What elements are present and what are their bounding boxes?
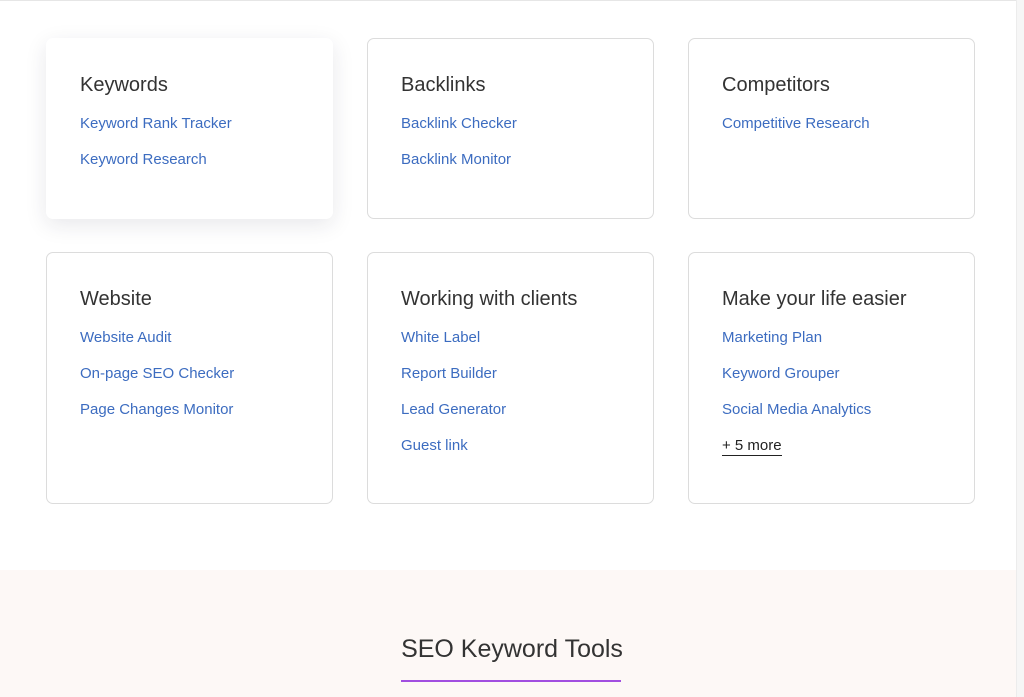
list-item: Keyword Research [80, 150, 299, 169]
card-title: Competitors [722, 74, 830, 96]
scrollbar[interactable] [1016, 0, 1024, 697]
card-competitors: Competitors Competitive Research [688, 38, 975, 219]
list-item: Marketing Plan [722, 328, 941, 347]
list-item: Keyword Grouper [722, 364, 941, 383]
link-keyword-rank-tracker[interactable]: Keyword Rank Tracker [80, 115, 232, 132]
list-item: Page Changes Monitor [80, 400, 299, 419]
card-links: Website Audit On-page SEO Checker Page C… [80, 328, 299, 419]
link-report-builder[interactable]: Report Builder [401, 365, 497, 382]
card-links: Marketing Plan Keyword Grouper Social Me… [722, 328, 941, 456]
card-title: Keywords [80, 74, 168, 96]
card-links: Keyword Rank Tracker Keyword Research [80, 114, 299, 169]
link-keyword-grouper[interactable]: Keyword Grouper [722, 365, 840, 382]
tool-categories-grid: Keywords Keyword Rank Tracker Keyword Re… [46, 38, 976, 504]
link-white-label[interactable]: White Label [401, 329, 480, 346]
card-links: White Label Report Builder Lead Generato… [401, 328, 620, 455]
list-item: Website Audit [80, 328, 299, 347]
card-website: Website Website Audit On-page SEO Checke… [46, 252, 333, 504]
link-lead-generator[interactable]: Lead Generator [401, 401, 506, 418]
link-on-page-seo-checker[interactable]: On-page SEO Checker [80, 365, 234, 382]
card-title: Website [80, 288, 152, 310]
card-title: Working with clients [401, 288, 578, 310]
card-keywords: Keywords Keyword Rank Tracker Keyword Re… [46, 38, 333, 219]
top-divider [0, 0, 1024, 1]
card-title: Backlinks [401, 74, 486, 96]
list-item: White Label [401, 328, 620, 347]
show-more-link[interactable]: + 5 more [722, 438, 782, 456]
list-item: Backlink Monitor [401, 150, 620, 169]
link-page-changes-monitor[interactable]: Page Changes Monitor [80, 401, 233, 418]
link-competitive-research[interactable]: Competitive Research [722, 115, 870, 132]
link-marketing-plan[interactable]: Marketing Plan [722, 329, 822, 346]
title-underline [401, 680, 621, 682]
card-links: Competitive Research [722, 114, 941, 133]
list-item: Lead Generator [401, 400, 620, 419]
link-backlink-checker[interactable]: Backlink Checker [401, 115, 517, 132]
link-backlink-monitor[interactable]: Backlink Monitor [401, 151, 511, 168]
list-item: Guest link [401, 436, 620, 455]
list-item: + 5 more [722, 436, 941, 456]
list-item: Social Media Analytics [722, 400, 941, 419]
link-guest-link[interactable]: Guest link [401, 437, 468, 454]
section-title: SEO Keyword Tools [401, 635, 623, 663]
card-backlinks: Backlinks Backlink Checker Backlink Moni… [367, 38, 654, 219]
card-links: Backlink Checker Backlink Monitor [401, 114, 620, 169]
list-item: Competitive Research [722, 114, 941, 133]
link-social-media-analytics[interactable]: Social Media Analytics [722, 401, 871, 418]
seo-keyword-tools-section: SEO Keyword Tools [0, 570, 1016, 697]
list-item: Keyword Rank Tracker [80, 114, 299, 133]
list-item: On-page SEO Checker [80, 364, 299, 383]
card-title: Make your life easier [722, 288, 907, 310]
link-website-audit[interactable]: Website Audit [80, 329, 171, 346]
list-item: Backlink Checker [401, 114, 620, 133]
card-working-with-clients: Working with clients White Label Report … [367, 252, 654, 504]
list-item: Report Builder [401, 364, 620, 383]
card-make-your-life-easier: Make your life easier Marketing Plan Key… [688, 252, 975, 504]
link-keyword-research[interactable]: Keyword Research [80, 151, 207, 168]
